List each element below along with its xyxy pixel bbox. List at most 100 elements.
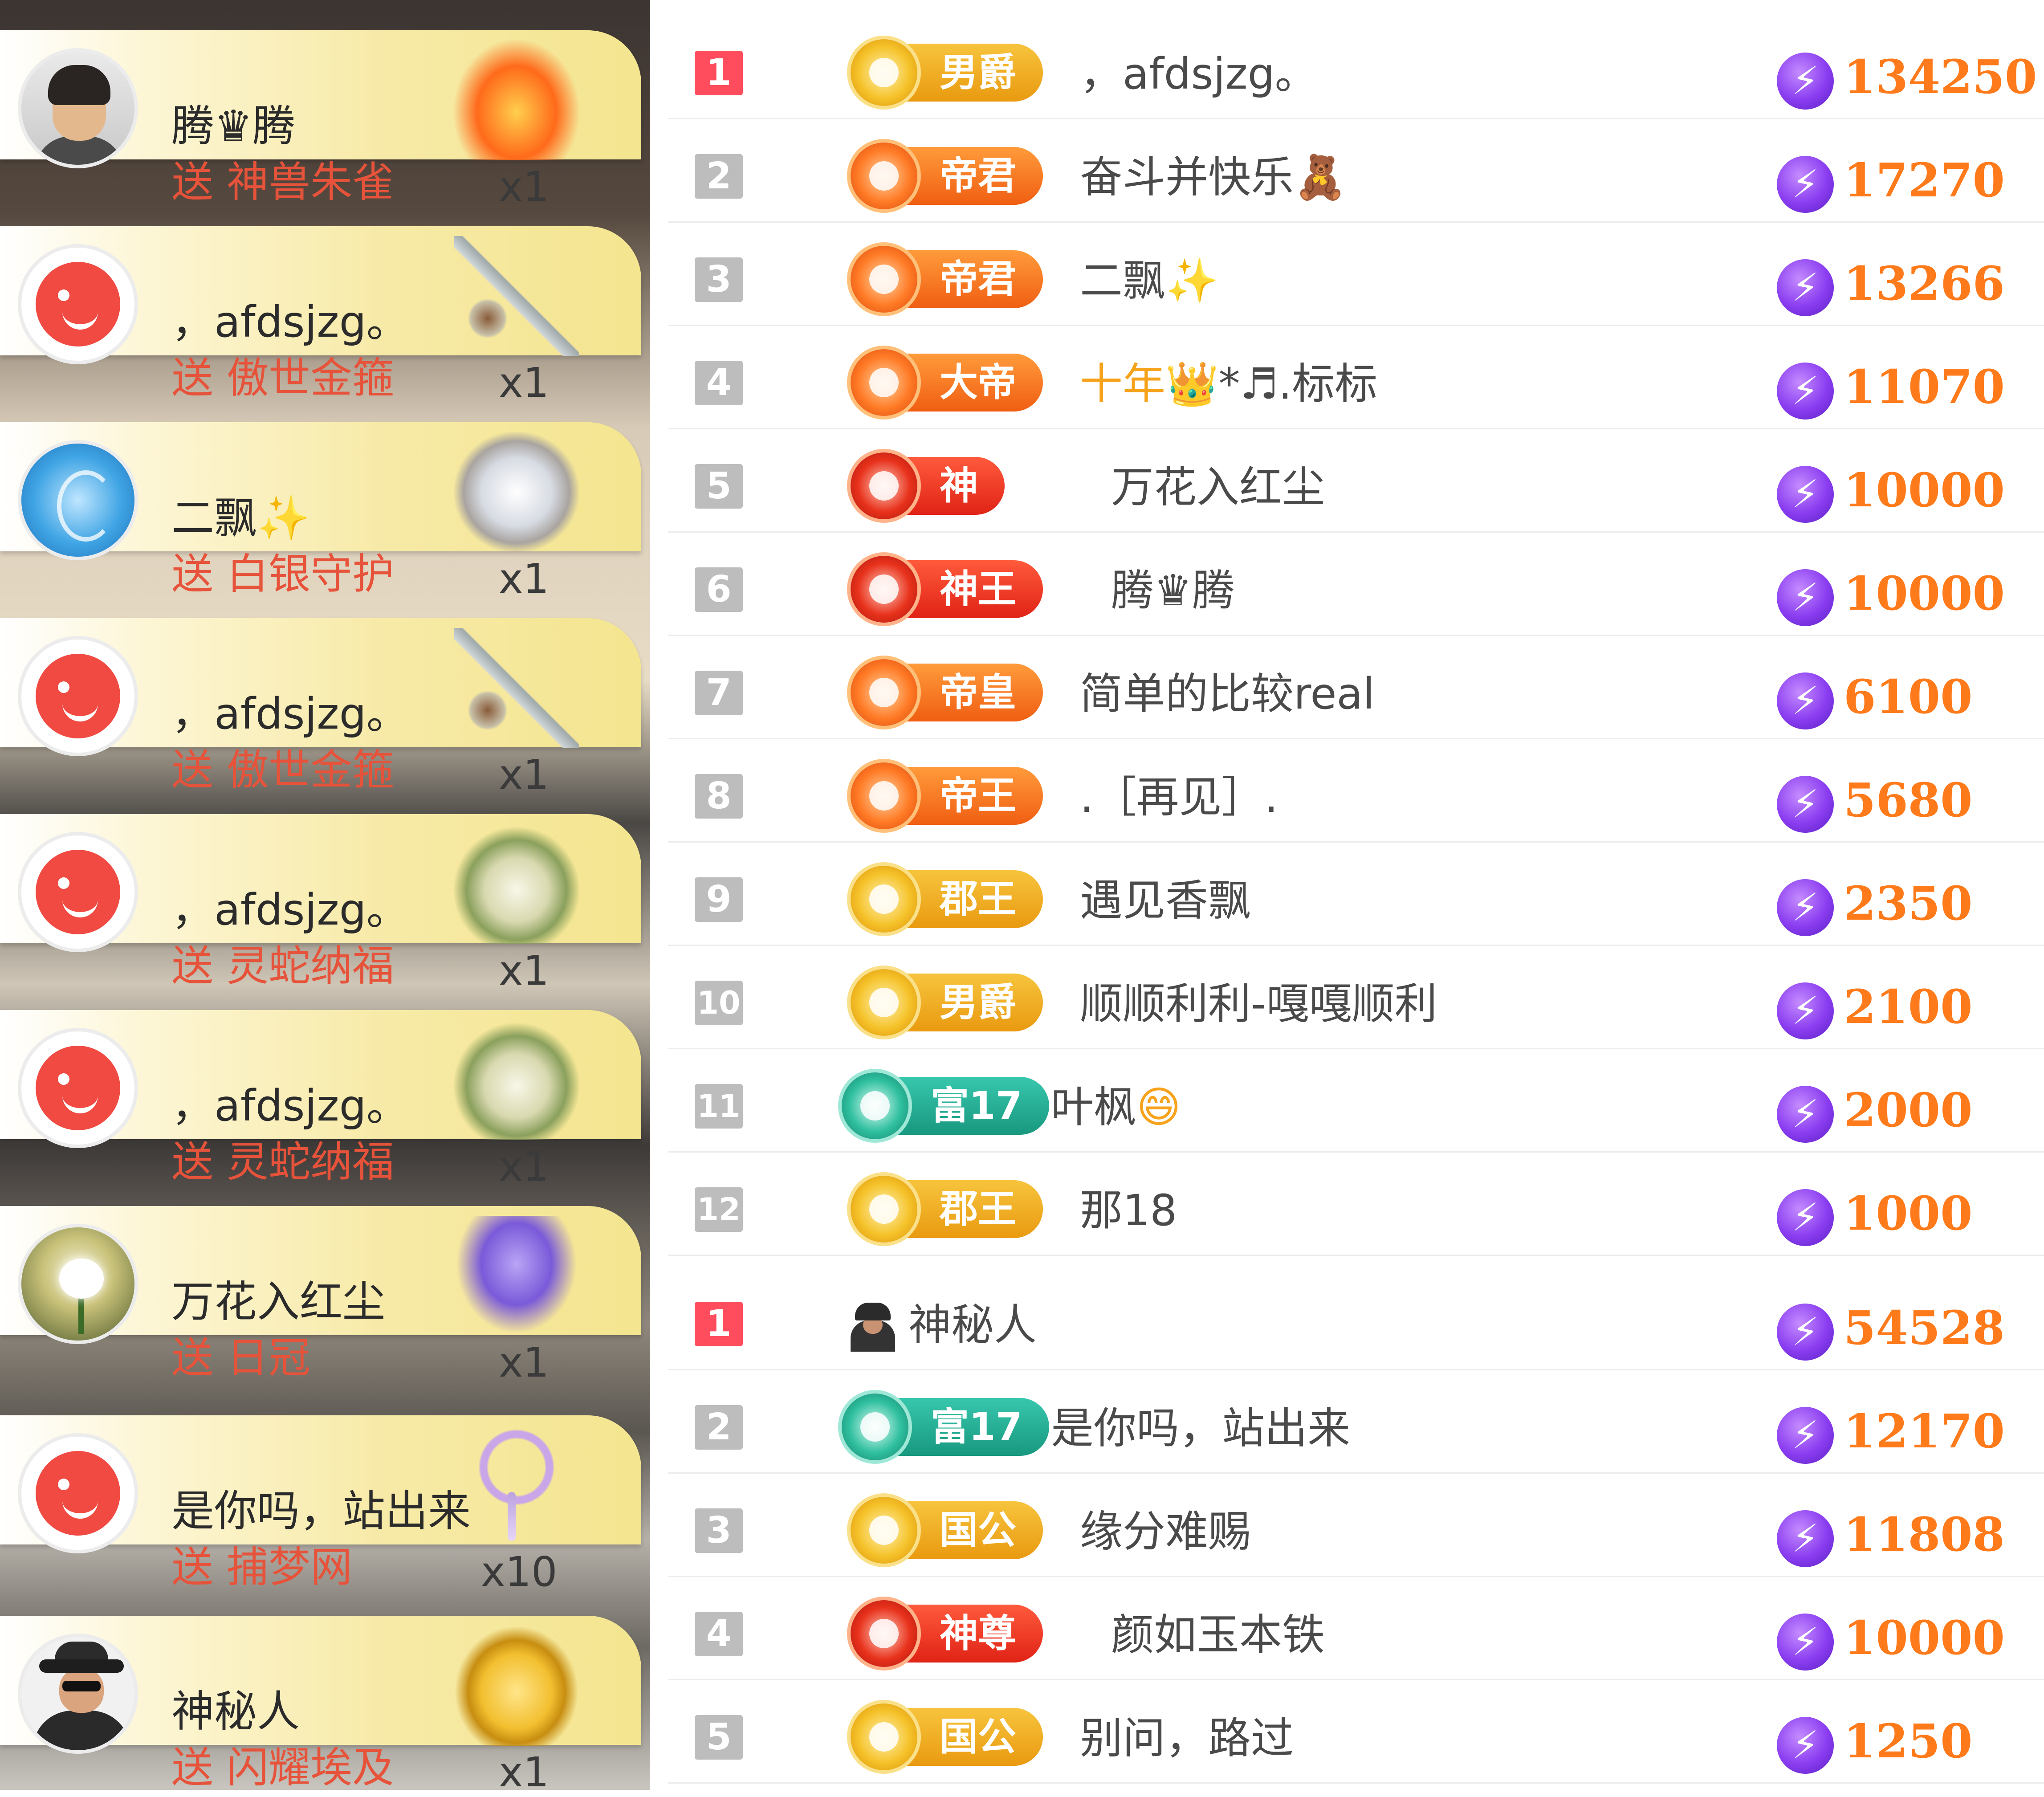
ranking-row[interactable]: 8 帝王 .［再见］. 5680 <box>668 739 2044 843</box>
level-badge[interactable]: 郡王 <box>851 866 1043 933</box>
red-smiley-avatar[interactable] <box>18 1433 138 1553</box>
level-badge[interactable]: 帝君 <box>851 143 1043 209</box>
red-smiley-avatar[interactable] <box>18 244 138 364</box>
ranking-row[interactable]: 4 大帝 十年👑*♬.标标 11070 <box>668 326 2044 429</box>
name-decoration: 😄 <box>1136 1082 1181 1132</box>
level-badge[interactable]: 男爵 <box>851 39 1043 106</box>
user-name[interactable]: 颜如玉本铁 <box>1111 1608 1325 1662</box>
ranking-row[interactable]: 3 帝君 二飘✨ 13266 <box>668 223 2044 326</box>
red-smiley-avatar[interactable] <box>18 832 138 952</box>
ranking-row[interactable]: 1 男爵 ，afdsjzg。 134250 <box>668 16 2044 119</box>
man-avatar[interactable] <box>18 48 138 168</box>
rank-number-badge: 3 <box>695 257 743 302</box>
gift-card[interactable]: 腾♛腾送神兽朱雀 x1 <box>0 22 650 211</box>
user-name[interactable]: 是你吗，站出来 <box>1051 1402 1350 1455</box>
ranking-row[interactable]: 5 国公 别问，路过 1250 <box>668 1680 2044 1784</box>
level-badge[interactable]: 大帝 <box>851 349 1043 416</box>
gift-verb: 送 <box>171 1543 214 1592</box>
ranking-row[interactable]: 7 帝皇 简单的比较real 6100 <box>668 636 2044 739</box>
gift-count: x1 <box>499 359 549 407</box>
contribution-score: 5680 <box>1844 773 1973 827</box>
user-name-text: 万花入红尘 <box>1111 462 1325 512</box>
gift-count: x10 <box>481 1548 558 1596</box>
user-name[interactable]: .［再见］. <box>1080 770 1278 824</box>
lightning-icon <box>1777 1510 1834 1567</box>
level-badge[interactable]: 神王 <box>851 556 1043 623</box>
gift-sender-name: ，afdsjzg。 <box>171 297 409 347</box>
mystery-avatar[interactable] <box>18 1634 138 1754</box>
gift-card[interactable]: ，afdsjzg。送傲世金箍 x1 <box>0 218 650 407</box>
user-name[interactable]: ，afdsjzg。 <box>1080 47 1318 101</box>
level-emblem-icon <box>851 452 917 519</box>
gift-card[interactable]: ，afdsjzg。送灵蛇纳福 x1 <box>0 806 650 994</box>
level-badge[interactable]: 神尊 <box>851 1600 1043 1667</box>
user-name[interactable]: 那18 <box>1080 1184 1177 1237</box>
gift-name: 灵蛇纳福 <box>227 942 395 990</box>
gift-description: 送捕梦网 <box>171 1543 352 1592</box>
gift-card[interactable]: ，afdsjzg。送灵蛇纳福 x1 <box>0 1002 650 1190</box>
gift-count: x1 <box>499 555 549 603</box>
ranking-row[interactable]: 11 富17 叶枫😄 2000 <box>668 1049 2044 1153</box>
ranking-row[interactable]: 12 郡王 那18 1000 <box>668 1153 2044 1256</box>
lightning-icon <box>1777 1717 1834 1774</box>
ranking-row[interactable]: 9 郡王 遇见香飘 2350 <box>668 843 2044 946</box>
ranking-row[interactable]: 10 男爵 顺顺利利-嘎嘎顺利 2100 <box>668 946 2044 1049</box>
level-badge[interactable]: 国公 <box>851 1703 1043 1770</box>
user-name-text: .［再见］. <box>1080 772 1279 822</box>
level-badge[interactable]: 郡王 <box>851 1176 1043 1243</box>
user-name[interactable]: 腾♛腾 <box>1111 564 1235 617</box>
user-name[interactable]: 遇见香飘 <box>1080 874 1251 927</box>
level-badge[interactable]: 富17 <box>842 1072 1049 1139</box>
gift-verb: 送 <box>171 746 214 795</box>
gift-name: 闪耀埃及 <box>227 1744 395 1792</box>
level-badge[interactable]: 富17 <box>842 1394 1049 1460</box>
ranking-row[interactable]: 3 国公 缘分难赐 11808 <box>668 1474 2044 1577</box>
flower-avatar[interactable] <box>18 1224 138 1344</box>
level-badge[interactable]: 帝王 <box>851 762 1043 829</box>
ranking-row[interactable]: 2 富17 是你吗，站出来 12170 <box>668 1370 2044 1474</box>
gift-card[interactable]: 是你吗，站出来送捕梦网 x10 <box>0 1407 650 1596</box>
user-name[interactable]: 缘分难赐 <box>1080 1505 1251 1558</box>
gift-card[interactable]: ，afdsjzg。送傲世金箍 x1 <box>0 610 650 799</box>
gift-card[interactable]: 万花入红尘送日冠 x1 <box>0 1198 650 1386</box>
user-name[interactable]: 万花入红尘 <box>1111 460 1325 514</box>
staff-icon <box>454 628 579 748</box>
lightning-icon <box>1777 156 1834 213</box>
user-name-text: 颜如玉本铁 <box>1111 1610 1325 1660</box>
user-name[interactable]: 奋斗并快乐🧸 <box>1080 151 1347 204</box>
ranking-row[interactable]: 5 神 万花入红尘 10000 <box>668 429 2044 533</box>
rank-number-badge: 9 <box>695 877 743 922</box>
lightning-icon <box>1777 672 1834 729</box>
lightning-icon <box>1777 466 1834 523</box>
gift-description: 送傲世金箍 <box>171 354 394 403</box>
lightning-icon <box>1777 569 1834 626</box>
contribution-score: 11808 <box>1844 1507 2005 1562</box>
gift-verb: 送 <box>171 550 214 599</box>
user-name[interactable]: 简单的比较real <box>1080 667 1375 721</box>
level-emblem-icon <box>851 969 917 1036</box>
gift-card[interactable]: 神秘人送闪耀埃及 x1 <box>0 1608 650 1796</box>
gift-card[interactable]: 二飘✨ 送白银守护 x1 <box>0 414 650 603</box>
user-name[interactable]: 十年👑*♬.标标 <box>1080 357 1377 411</box>
level-badge[interactable]: 帝皇 <box>851 659 1043 726</box>
user-name[interactable]: 别问，路过 <box>1080 1711 1294 1765</box>
ranking-row[interactable]: 1 神秘人 54528 <box>668 1267 2044 1370</box>
blue-avatar[interactable] <box>18 440 138 560</box>
gift-sender-name: 是你吗，站出来 <box>171 1486 471 1536</box>
user-name[interactable]: 叶枫😄 <box>1051 1080 1181 1134</box>
ranking-row[interactable]: 4 神尊 颜如玉本铁 10000 <box>668 1577 2044 1680</box>
level-badge[interactable]: 国公 <box>851 1497 1043 1564</box>
level-badge-label: 富17 <box>931 1084 1022 1128</box>
user-name[interactable]: 神秘人 <box>908 1298 1037 1352</box>
level-badge[interactable]: 男爵 <box>851 969 1043 1036</box>
ranking-row[interactable]: 6 神王 腾♛腾 10000 <box>668 533 2044 636</box>
red-smiley-avatar[interactable] <box>18 1028 138 1148</box>
ranking-row[interactable]: 2 帝君 奋斗并快乐🧸 17270 <box>668 119 2044 223</box>
user-name[interactable]: 顺顺利利-嘎嘎顺利 <box>1080 977 1437 1031</box>
level-badge[interactable]: 神 <box>851 452 1005 519</box>
level-emblem-icon <box>851 1703 917 1770</box>
rank-number-badge: 5 <box>695 1715 743 1760</box>
user-name[interactable]: 二飘✨ <box>1080 254 1219 307</box>
red-smiley-avatar[interactable] <box>18 636 138 756</box>
level-badge[interactable]: 帝君 <box>851 246 1043 313</box>
